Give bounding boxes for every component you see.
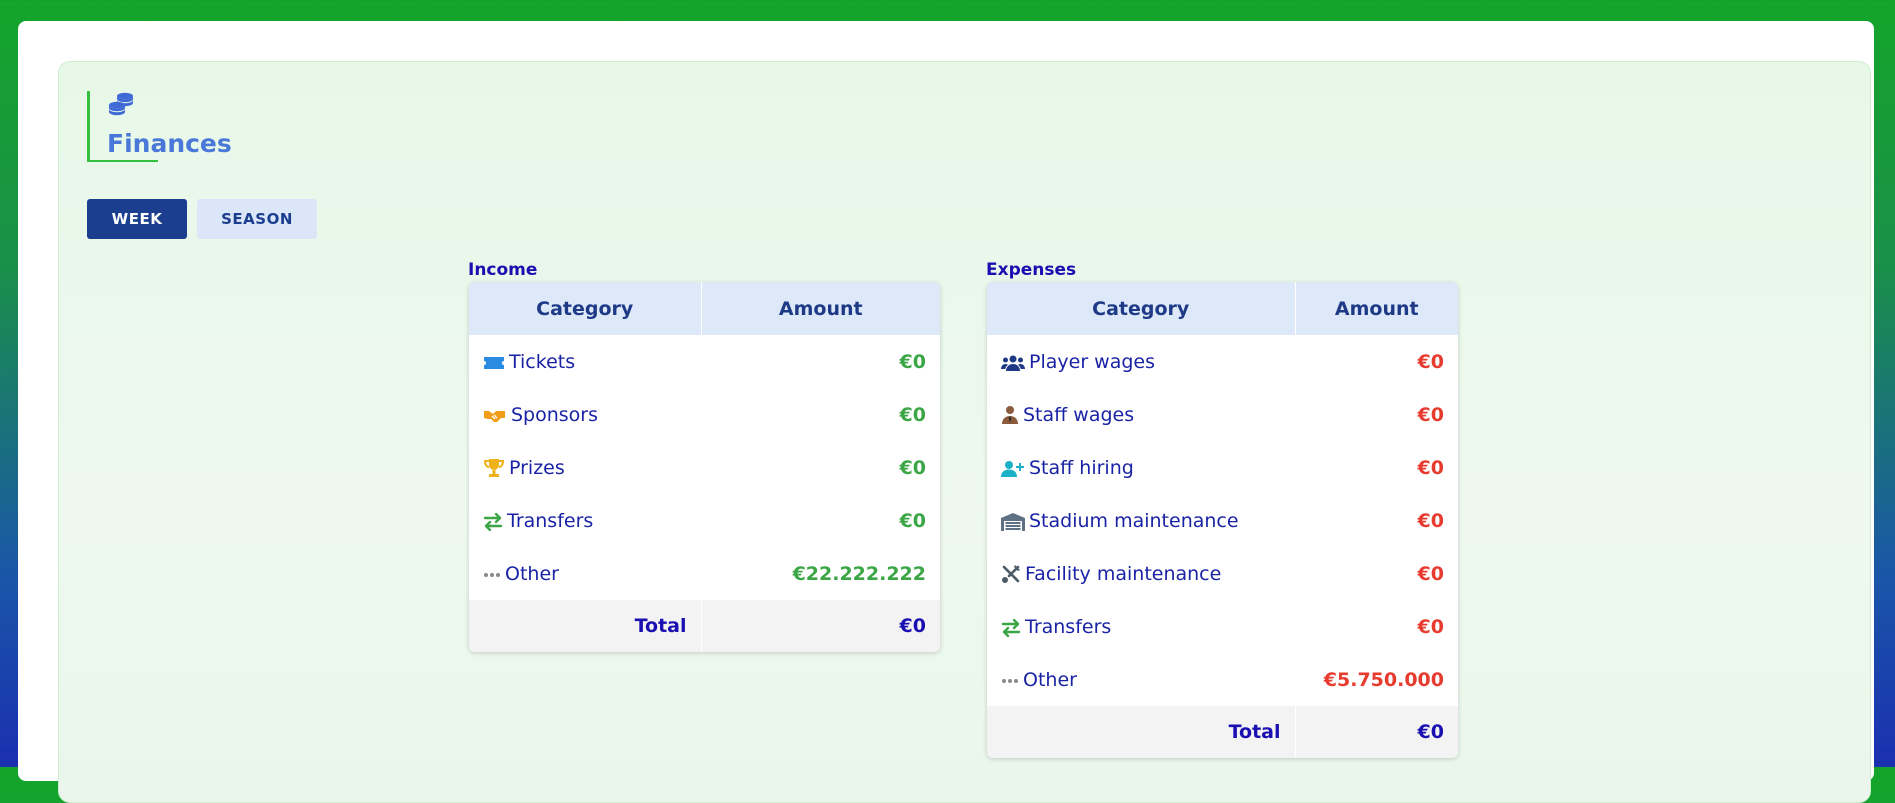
income-category-other: Other: [505, 562, 559, 585]
expenses-category-cell: Staff wages: [987, 388, 1295, 441]
expenses-amount-player-wages: €0: [1417, 350, 1444, 373]
expenses-category-staff-hiring: Staff hiring: [1029, 456, 1134, 479]
warehouse-icon: [1001, 512, 1025, 531]
coins-icon: [109, 92, 133, 116]
income-header-row: Category Amount: [469, 282, 940, 335]
table-row: Transfers €0: [987, 600, 1458, 653]
table-row: Facility maintenance €0: [987, 547, 1458, 600]
income-table: Category Amount Tickets €0 Sponsors €0 P…: [469, 282, 940, 652]
tab-week[interactable]: WEEK: [87, 199, 187, 239]
income-category-tickets: Tickets: [509, 350, 576, 373]
expenses-total-label: Total: [987, 706, 1296, 758]
handshake-icon: [484, 410, 505, 422]
income-total-row: Total €0: [469, 600, 940, 652]
title-underline: [90, 160, 158, 162]
expenses-category-staff-wages: Staff wages: [1023, 403, 1135, 426]
expenses-header-amount: Amount: [1295, 282, 1458, 335]
main-card: Finances WEEK SEASON Income Category Amo…: [18, 21, 1874, 803]
expenses-category-facility-maintenance: Facility maintenance: [1025, 562, 1222, 585]
expenses-category-stadium-maintenance: Stadium maintenance: [1029, 509, 1239, 532]
tab-season[interactable]: SEASON: [197, 199, 317, 239]
income-total-label: Total: [469, 600, 702, 652]
expenses-amount-staff-hiring: €0: [1417, 456, 1444, 479]
income-amount-other: €22.222.222: [792, 562, 926, 585]
table-row: Other €22.222.222: [469, 547, 940, 600]
table-row: Stadium maintenance €0: [987, 494, 1458, 547]
table-row: Sponsors €0: [469, 388, 940, 441]
income-category-cell: Tickets: [469, 335, 701, 388]
expenses-total-amount: €0: [1295, 706, 1458, 758]
expenses-amount-transfers: €0: [1417, 615, 1444, 638]
table-row: Other €5.750.000: [987, 653, 1458, 706]
expenses-category-cell: Stadium maintenance: [987, 494, 1295, 547]
income-amount-transfers: €0: [899, 509, 926, 532]
table-row: Tickets €0: [469, 335, 940, 388]
expenses-table: Category Amount Player wages €0 Staff wa…: [987, 282, 1458, 758]
expenses-category-cell: Staff hiring: [987, 441, 1295, 494]
expenses-header-category: Category: [987, 282, 1296, 335]
income-header-category: Category: [469, 282, 702, 335]
transfer-arrows-icon: [483, 512, 503, 531]
expenses-total-row: Total €0: [987, 706, 1458, 758]
ellipsis-icon: [1002, 678, 1018, 683]
ticket-icon: [484, 356, 504, 369]
expenses-category-other: Other: [1023, 668, 1077, 691]
income-total-amount: €0: [701, 600, 940, 652]
table-row: Staff wages €0: [987, 388, 1458, 441]
expenses-amount-staff-wages: €0: [1417, 403, 1444, 426]
table-row: Prizes €0: [469, 441, 940, 494]
table-row: Player wages €0: [987, 335, 1458, 388]
income-category-sponsors: Sponsors: [511, 403, 599, 426]
expenses-amount-other: €5.750.000: [1323, 668, 1444, 691]
transfer-arrows-icon: [1001, 618, 1021, 637]
income-category-cell: Prizes: [469, 441, 701, 494]
table-row: Transfers €0: [469, 494, 940, 547]
income-category-prizes: Prizes: [509, 456, 565, 479]
ellipsis-icon: [484, 572, 500, 577]
income-amount-tickets: €0: [899, 350, 926, 373]
finances-panel: Finances WEEK SEASON Income Category Amo…: [58, 61, 1871, 803]
expenses-category-transfers: Transfers: [1025, 615, 1112, 638]
income-header-amount: Amount: [701, 282, 940, 335]
income-amount-sponsors: €0: [899, 403, 926, 426]
page-header: Finances: [87, 91, 250, 162]
income-category-cell: Transfers: [469, 494, 701, 547]
expenses-amount-stadium-maintenance: €0: [1417, 509, 1444, 532]
user-plus-icon: [1001, 460, 1024, 477]
users-icon: [1001, 355, 1025, 371]
user-tie-icon: [1002, 405, 1018, 424]
trophy-icon: [483, 458, 505, 477]
expenses-header-row: Category Amount: [987, 282, 1458, 335]
expenses-category-cell: Facility maintenance: [987, 547, 1295, 600]
table-row: Staff hiring €0: [987, 441, 1458, 494]
tools-icon: [1002, 564, 1020, 583]
income-category-cell: Other: [469, 547, 701, 600]
expenses-label: Expenses: [986, 260, 1077, 280]
expenses-category-cell: Transfers: [987, 600, 1295, 653]
income-category-cell: Sponsors: [469, 388, 701, 441]
income-category-transfers: Transfers: [507, 509, 594, 532]
expenses-category-cell: Player wages: [987, 335, 1295, 388]
income-amount-prizes: €0: [899, 456, 926, 479]
income-label: Income: [468, 260, 538, 280]
expenses-category-player-wages: Player wages: [1029, 350, 1155, 373]
expenses-amount-facility-maintenance: €0: [1417, 562, 1444, 585]
expenses-category-cell: Other: [987, 653, 1295, 706]
page-title: Finances: [107, 129, 232, 158]
